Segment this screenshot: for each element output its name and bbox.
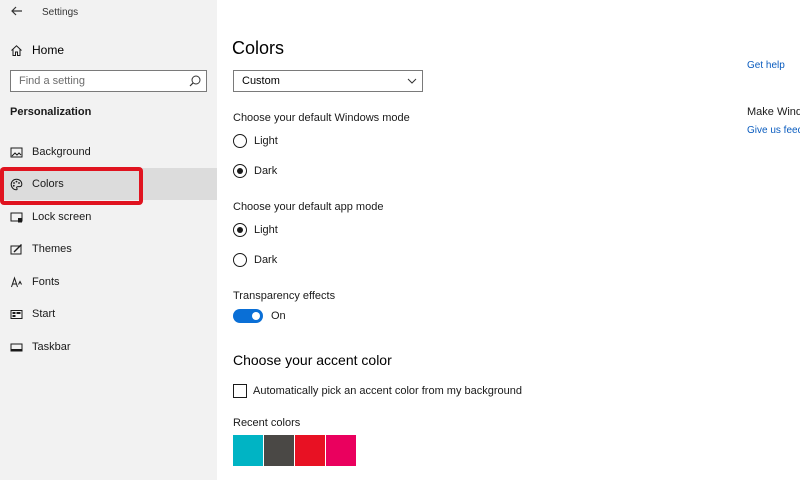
color-swatch[interactable] [295, 435, 325, 466]
sidebar-item-label: Taskbar [32, 341, 71, 353]
main-content: Colors Custom Choose your default Window… [217, 0, 800, 480]
radio-label: Dark [254, 165, 278, 177]
lock-screen-icon [10, 212, 23, 222]
search-input[interactable] [11, 71, 181, 91]
radio-circle [233, 253, 247, 267]
home-label: Home [32, 43, 65, 57]
search-box[interactable] [10, 70, 207, 92]
auto-accent-checkbox[interactable]: Automatically pick an accent color from … [233, 384, 522, 398]
sidebar-item-label: Themes [32, 243, 72, 255]
feedback-heading: Make Windo [747, 106, 800, 118]
title-bar: Settings [0, 0, 217, 24]
windows-mode-light-radio[interactable]: Light [233, 133, 278, 149]
transparency-label: Transparency effects [233, 290, 336, 302]
sidebar-item-label: Start [32, 308, 56, 320]
window-title: Settings [42, 7, 79, 18]
radio-circle [233, 134, 247, 148]
sidebar-item-label: Lock screen [32, 211, 92, 223]
toggle-state-label: On [271, 310, 286, 322]
app-mode-dark-radio[interactable]: Dark [233, 252, 277, 268]
sidebar-item-taskbar[interactable]: Taskbar [0, 331, 217, 363]
color-mode-dropdown[interactable]: Custom [233, 70, 423, 92]
color-swatch[interactable] [264, 435, 294, 466]
sidebar: Settings Home Personalization Background [0, 0, 217, 480]
search-icon [189, 75, 201, 87]
sidebar-item-start[interactable]: Start [0, 298, 217, 330]
dropdown-value: Custom [242, 75, 280, 87]
recent-colors-label: Recent colors [233, 417, 301, 429]
windows-mode-label: Choose your default Windows mode [233, 112, 410, 124]
section-title: Personalization [10, 106, 92, 118]
sidebar-item-colors[interactable]: Colors [0, 168, 217, 200]
settings-window: Settings Home Personalization Background [0, 0, 800, 480]
back-button[interactable] [8, 2, 26, 20]
app-mode-light-radio[interactable]: Light [233, 222, 278, 238]
color-swatch[interactable] [326, 435, 356, 466]
right-panel: Get help Make Windo Give us feed [746, 0, 800, 480]
sidebar-item-label: Colors [32, 178, 64, 190]
palette-icon [10, 178, 23, 190]
checkbox-box [233, 384, 247, 398]
radio-label: Light [254, 224, 278, 236]
get-help-link[interactable]: Get help [747, 60, 785, 71]
feedback-link[interactable]: Give us feed [747, 125, 800, 136]
recent-colors-swatches [233, 435, 357, 466]
fonts-icon [11, 275, 22, 287]
toggle-knob [252, 312, 260, 320]
sidebar-item-background[interactable]: Background [0, 136, 217, 168]
sidebar-item-label: Background [32, 146, 91, 158]
taskbar-icon [10, 343, 23, 351]
themes-brush-icon [10, 243, 22, 254]
sidebar-item-fonts[interactable]: Fonts [0, 266, 217, 298]
sidebar-item-themes[interactable]: Themes [0, 233, 217, 265]
app-mode-label: Choose your default app mode [233, 201, 384, 213]
radio-label: Light [254, 135, 278, 147]
page-title: Colors [232, 38, 285, 58]
home-icon [11, 44, 22, 56]
back-arrow-icon [11, 6, 22, 16]
sidebar-item-label: Fonts [32, 276, 60, 288]
start-icon [10, 309, 23, 319]
image-icon [10, 147, 23, 157]
radio-circle [233, 164, 247, 178]
accent-heading: Choose your accent color [233, 352, 392, 368]
windows-mode-dark-radio[interactable]: Dark [233, 163, 277, 179]
home-link[interactable]: Home [10, 41, 210, 59]
radio-circle [233, 223, 247, 237]
checkbox-label: Automatically pick an accent color from … [253, 385, 523, 397]
chevron-down-icon [407, 78, 417, 84]
toggle-track [233, 309, 263, 323]
radio-label: Dark [254, 254, 278, 266]
color-swatch[interactable] [233, 435, 263, 466]
transparency-toggle[interactable]: On [233, 309, 286, 323]
sidebar-item-lock-screen[interactable]: Lock screen [0, 201, 217, 233]
